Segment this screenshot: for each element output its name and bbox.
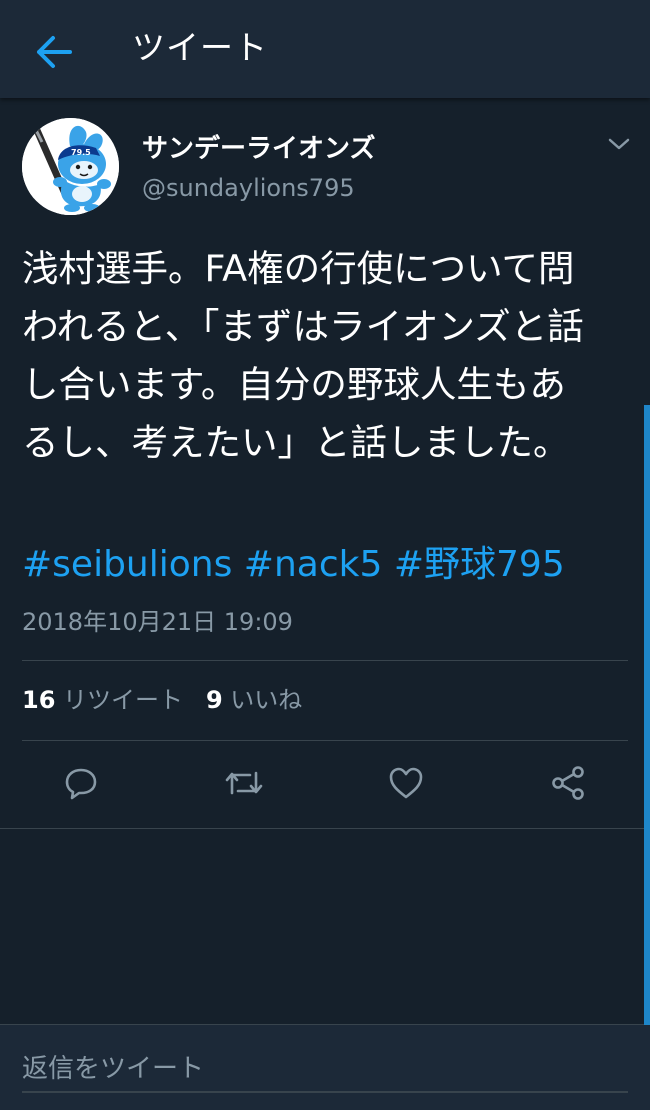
chevron-down-icon: [608, 138, 630, 150]
tweet-menu-button[interactable]: [606, 134, 632, 154]
reply-button[interactable]: [56, 758, 106, 808]
top-app-bar: ツイート: [0, 0, 650, 98]
lions-mascot-avatar: 79.5: [22, 118, 119, 215]
share-button[interactable]: [543, 758, 593, 808]
page-title: ツイート: [132, 28, 268, 67]
tweet-text: 浅村選手。FA権の行使について問われると、「まずはライオンズと話し合います。自分…: [22, 247, 584, 464]
like-count: 9: [205, 686, 223, 714]
retweet-label: リツイート: [63, 686, 184, 714]
engagement-stats: 16 リツイート 9 いいね: [22, 683, 302, 717]
reply-bar: [0, 1024, 650, 1110]
like-count-link[interactable]: 9 いいね: [206, 686, 302, 714]
hashtag-link[interactable]: #seibulions: [22, 544, 232, 585]
hashtag-link[interactable]: #野球795: [394, 544, 565, 585]
display-name[interactable]: サンデーライオンズ: [142, 132, 375, 166]
like-button[interactable]: [381, 758, 431, 808]
retweet-button[interactable]: [219, 758, 269, 808]
hashtag-link[interactable]: #nack5: [244, 544, 383, 585]
divider: [22, 740, 628, 741]
like-label: いいね: [230, 686, 303, 714]
tweet-timestamp: 2018年10月21日 19:09: [22, 608, 293, 636]
scrollbar[interactable]: [644, 405, 650, 1025]
retweet-count: 16: [22, 686, 56, 714]
reply-input[interactable]: [22, 1047, 628, 1093]
user-handle[interactable]: @sundaylions795: [142, 172, 355, 204]
tweet-detail: 79.5 サンデーライオンズ @sundaylions795 浅村選手。FA権の…: [0, 98, 650, 829]
retweet-icon: [225, 771, 263, 795]
hashtag-list: #seibulions #nack5 #野球795: [22, 540, 565, 590]
reply-icon: [65, 768, 97, 800]
tweet-actions: [0, 758, 650, 808]
avatar[interactable]: 79.5: [22, 118, 119, 215]
divider: [22, 660, 628, 661]
like-icon: [389, 767, 423, 799]
retweet-count-link[interactable]: 16 リツイート: [22, 686, 183, 714]
back-button[interactable]: [30, 30, 78, 74]
avatar-cap-text: 79.5: [71, 148, 91, 157]
share-icon: [552, 766, 584, 800]
arrow-left-icon: [37, 36, 72, 68]
